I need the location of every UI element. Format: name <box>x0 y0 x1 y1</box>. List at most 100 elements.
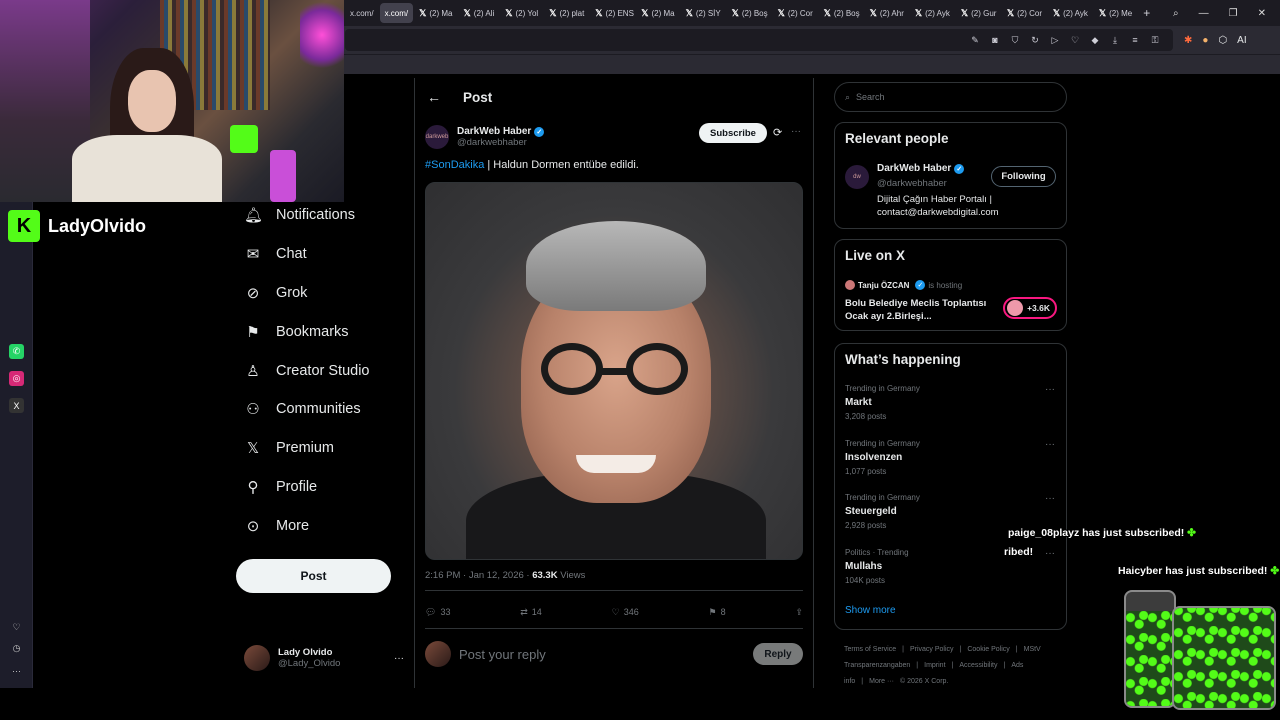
refresh-icon[interactable]: ↻ <box>1029 35 1041 46</box>
restore-icon[interactable]: ❐ <box>1229 8 1238 19</box>
trend-item[interactable]: Trending in Germany Steuergeld 2,928 posts… <box>845 493 1055 530</box>
hashtag-link[interactable]: #SonDakika <box>425 159 484 171</box>
browser-tab[interactable]: 𝕏 (2) Cor <box>773 3 818 23</box>
trend-item[interactable]: Trending in Germany Markt 3,208 posts ··· <box>845 384 1055 421</box>
more-icon[interactable]: ··· <box>1045 439 1055 450</box>
play-icon[interactable]: ▷ <box>1049 35 1061 46</box>
nav-item-bookmarks[interactable]: ⚑ Bookmarks <box>236 312 406 351</box>
reply-button[interactable]: Reply <box>753 643 803 665</box>
footer-link[interactable]: © 2026 X Corp. <box>900 678 948 685</box>
more-icon[interactable]: ··· <box>791 126 801 137</box>
shield-icon[interactable]: ⛉ <box>1009 35 1021 46</box>
footer-link[interactable]: Privacy Policy <box>910 646 954 653</box>
search-icon[interactable]: ⌕ <box>1173 8 1179 19</box>
x-icon[interactable]: X <box>9 398 24 413</box>
more-icon[interactable]: ··· <box>9 663 24 678</box>
post-image[interactable] <box>425 182 803 560</box>
browser-tab[interactable]: 𝕏 (2) Ma <box>636 3 679 23</box>
footer-link[interactable]: More ··· <box>869 678 894 685</box>
browser-tab[interactable]: 𝕏 (2) Gur <box>956 3 1001 23</box>
browser-tab[interactable]: 𝕏 (2) plat <box>544 3 589 23</box>
url-bar[interactable]: ✎ ◙ ⛉ ↻ ▷ ♡ ◆ ⤓ ≡ ⚿ <box>345 29 1173 51</box>
footer-link[interactable]: Accessibility <box>959 662 997 669</box>
reply-action[interactable]: 💬︎ 33 <box>425 607 450 618</box>
browser-tab[interactable]: x.com/ <box>345 3 379 23</box>
show-more-link[interactable]: Show more <box>845 605 896 616</box>
search-input[interactable]: ⌕ Search <box>834 82 1067 112</box>
extension-icon[interactable]: ◆ <box>1089 35 1101 46</box>
nav-item-premium[interactable]: 𝕏 Premium <box>236 429 406 468</box>
browser-tab[interactable]: 𝕏 (2) Yol <box>500 3 543 23</box>
subscribe-button[interactable]: Subscribe <box>699 123 767 143</box>
share-action[interactable]: ⇪ <box>795 607 803 618</box>
author-name[interactable]: DarkWeb Haber <box>457 126 531 137</box>
live-listeners[interactable]: +3.6K <box>1003 297 1057 319</box>
close-icon[interactable]: ✕ <box>1258 8 1266 19</box>
repost-action[interactable]: ⇄ 14 <box>520 607 542 618</box>
post-header: ← Post <box>415 78 813 116</box>
person-handle[interactable]: @darkwebhaber <box>877 178 947 189</box>
browser-tab[interactable]: 𝕏 (2) SİY <box>681 3 726 23</box>
nav-item-chat[interactable]: ✉ Chat <box>236 235 406 274</box>
browser-tab[interactable]: 𝕏 (2) Ayk <box>1048 3 1093 23</box>
footer-link[interactable]: Terms of Service <box>844 646 896 653</box>
post-button[interactable]: Post <box>236 559 391 593</box>
live-topic[interactable]: Bolu Belediye Meclis Toplantısı Ocak ayı… <box>845 297 995 323</box>
account-switcher[interactable]: Lady Olvido @Lady_Olvido ··· <box>244 643 404 673</box>
reply-input[interactable]: Post your reply <box>459 647 745 662</box>
trend-item[interactable]: Trending in Germany Insolvenzen 1,077 post… <box>845 439 1055 476</box>
author-avatar[interactable]: darkweb <box>425 125 449 149</box>
heart-icon[interactable]: ♡ <box>9 620 24 635</box>
clock-icon[interactable]: ◷ <box>9 641 24 656</box>
nav-item-more[interactable]: ⊙ More <box>236 506 406 545</box>
browser-tab[interactable]: x.com/ <box>379 3 414 23</box>
people-icon: ⚇ <box>246 401 260 419</box>
footer-link[interactable]: Cookie Policy <box>967 646 1009 653</box>
instagram-icon[interactable]: ◎ <box>9 371 24 386</box>
minimize-icon[interactable]: — <box>1199 8 1209 19</box>
cube-icon[interactable]: ⬡ <box>1218 35 1227 46</box>
addon-icon[interactable]: ● <box>1202 35 1208 46</box>
grok-icon[interactable]: ⟳ <box>773 126 782 139</box>
whatsapp-icon[interactable]: ✆ <box>9 344 24 359</box>
post-body: | Haldun Dormen entübe edildi. <box>484 159 639 171</box>
nav-item-creator-studio[interactable]: ♙ Creator Studio <box>236 351 406 390</box>
ai-icon[interactable]: AI <box>1237 35 1246 46</box>
nav-item-notifications[interactable]: 🔔︎ Notifications <box>236 196 406 235</box>
addon-icon[interactable]: ✱ <box>1184 35 1192 46</box>
menu-icon[interactable]: ≡ <box>1129 35 1141 45</box>
nav-item-communities[interactable]: ⚇ Communities <box>236 390 406 429</box>
browser-tab[interactable]: 𝕏 (2) Ali <box>459 3 500 23</box>
like-action[interactable]: ♡ 346 <box>612 607 639 618</box>
bookmark-action[interactable]: ⚑ 8 <box>709 607 726 618</box>
trend-context: Trending in Germany <box>845 438 920 448</box>
browser-tab[interactable]: 𝕏 (2) Ma <box>414 3 457 23</box>
nav-item-profile[interactable]: ⚲ Profile <box>236 468 406 507</box>
more-icon[interactable]: ··· <box>1045 548 1055 559</box>
live-host[interactable]: Tanju ÖZCAN <box>858 281 909 290</box>
new-tab-button[interactable]: + <box>1138 3 1155 23</box>
lock-icon[interactable]: ⚿ <box>1149 35 1161 46</box>
browser-tab[interactable]: 𝕏 (2) Boş <box>819 3 864 23</box>
more-icon[interactable]: ··· <box>1045 493 1055 504</box>
post-timestamp[interactable]: 2:16 PM · Jan 12, 2026 · <box>425 570 532 581</box>
camera-icon[interactable]: ◙ <box>989 35 1001 45</box>
author-handle[interactable]: @darkwebhaber <box>457 137 544 148</box>
person-name[interactable]: DarkWeb Haber <box>877 163 951 174</box>
following-button[interactable]: Following <box>991 166 1056 187</box>
browser-tab[interactable]: 𝕏 (2) Cor <box>1002 3 1047 23</box>
footer-link[interactable]: Imprint <box>924 662 945 669</box>
more-icon[interactable]: ··· <box>394 653 404 664</box>
browser-tab[interactable]: 𝕏 (2) Ahr <box>865 3 909 23</box>
browser-tab[interactable]: 𝕏 (2) Boş <box>727 3 772 23</box>
browser-tab[interactable]: 𝕏 (2) Me <box>1094 3 1137 23</box>
back-arrow-icon[interactable]: ← <box>427 89 441 105</box>
heart-icon[interactable]: ♡ <box>1069 35 1081 46</box>
browser-tab[interactable]: 𝕏 (2) ENS <box>590 3 635 23</box>
more-icon[interactable]: ··· <box>1045 384 1055 395</box>
browser-tab[interactable]: 𝕏 (2) Ayk <box>910 3 955 23</box>
nav-item-grok[interactable]: ⊘ Grok <box>236 274 406 313</box>
edit-icon[interactable]: ✎ <box>969 35 981 46</box>
download-icon[interactable]: ⤓ <box>1109 35 1121 46</box>
author-avatar[interactable]: dw <box>845 165 869 189</box>
